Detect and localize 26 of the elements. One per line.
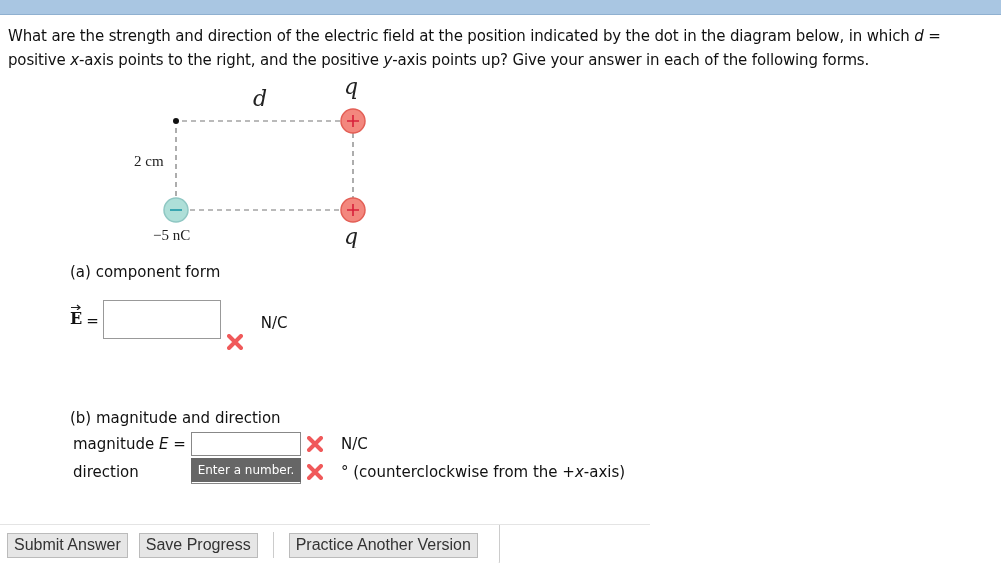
answer-field[interactable] — [102, 300, 221, 339]
charge-label: −5 nC — [153, 227, 191, 243]
unit-label: ° (counterclockwise from the +x-axis) — [341, 463, 626, 481]
distance-label: 2 cm — [134, 153, 164, 169]
field-label: E — [70, 310, 83, 328]
answer-field[interactable] — [191, 432, 301, 456]
positive-charge-icon — [340, 197, 366, 223]
action-button[interactable]: Save Progress — [138, 532, 258, 558]
equals-sign: = — [86, 312, 99, 330]
negative-charge-icon — [163, 197, 189, 223]
part-label: (a) component form — [70, 262, 222, 282]
action-button[interactable]: Practice Another Version — [288, 532, 478, 558]
field-label: direction — [72, 463, 140, 481]
tooltip: Enter a number. — [191, 458, 301, 482]
charge-label: q — [344, 78, 359, 99]
unit-label: N/C — [260, 314, 288, 332]
positive-charge-icon — [340, 108, 366, 134]
part-label: (b) magnitude and direction — [70, 408, 282, 428]
distance-label: d — [253, 86, 268, 111]
action-button[interactable]: Submit Answer — [7, 532, 128, 558]
position-dot — [173, 118, 179, 124]
charge-label: q — [344, 224, 359, 248]
field-label: magnitude E = — [72, 435, 187, 453]
unit-label: N/C — [341, 435, 368, 453]
question-text: positive x-axis points to the right, and the positive y-axis points up? Give your answer in each of the following forms. — [8, 50, 871, 71]
question-text: What are the strength and direction of the electric field at the position indicated by the dot in the diagram below, in which d = — [8, 26, 942, 47]
